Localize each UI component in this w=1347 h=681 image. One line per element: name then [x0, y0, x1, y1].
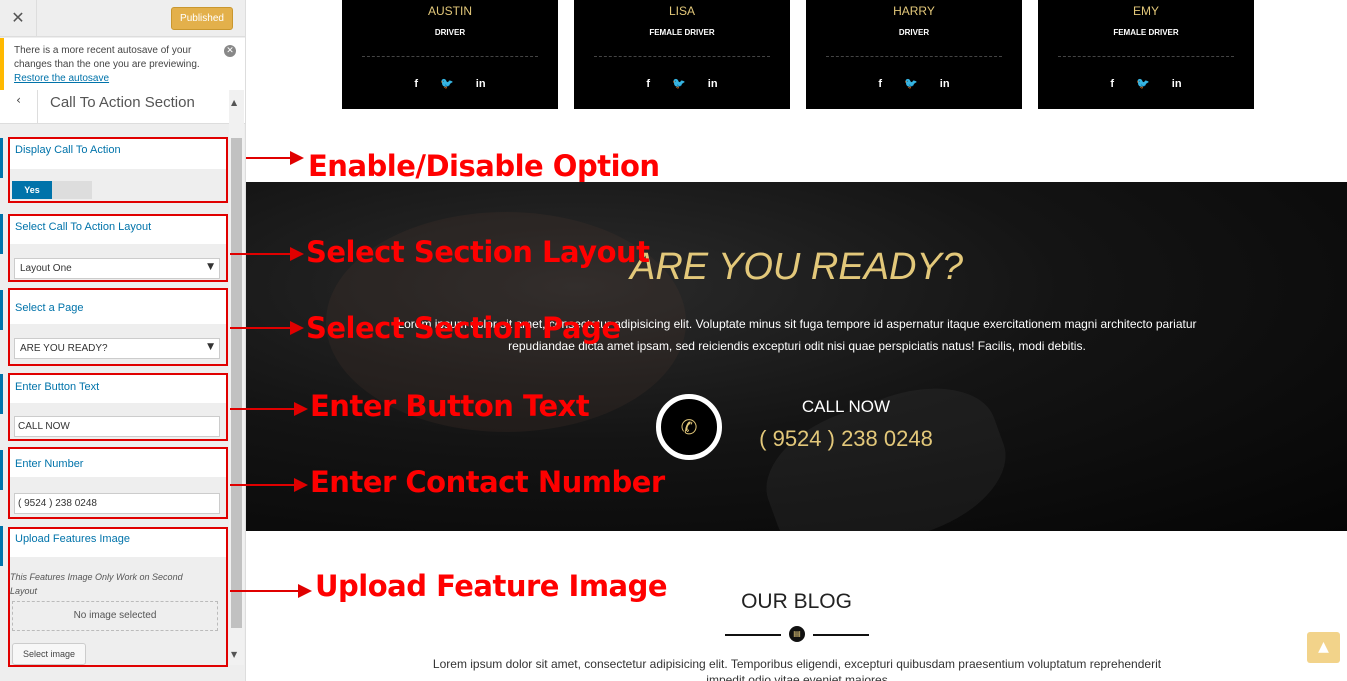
number-input[interactable]: ( 9524 ) 238 0248	[14, 493, 220, 514]
twitter-icon[interactable]: 🐦	[672, 77, 686, 90]
linkedin-icon[interactable]: in	[708, 78, 718, 90]
display-cta-toggle[interactable]: Yes	[12, 181, 92, 199]
customizer-sidebar: ✕ Published There is a more recent autos…	[0, 0, 246, 681]
annotation-enable: Enable/Disable Option	[308, 149, 660, 183]
scrollbar-thumb[interactable]	[231, 138, 242, 628]
facebook-icon[interactable]: f	[1110, 78, 1114, 90]
display-cta-control: Display Call To Action Yes	[8, 137, 228, 203]
button-text-input[interactable]: CALL NOW	[14, 416, 220, 437]
team-card: EMY FEMALE DRIVER f 🐦 in	[1038, 0, 1254, 109]
control-accent	[0, 526, 3, 566]
scroll-to-top-button[interactable]: ▲	[1307, 632, 1340, 663]
linkedin-icon[interactable]: in	[1172, 78, 1182, 90]
social-links: f 🐦 in	[342, 74, 558, 92]
number-control: Enter Number ( 9524 ) 238 0248	[8, 447, 228, 519]
annotation-arrow	[246, 151, 304, 165]
control-accent	[0, 138, 3, 178]
call-now-label: CALL NOW	[801, 397, 891, 416]
blog-intro-text: Lorem ipsum dolor sit amet, consectetur …	[432, 657, 1162, 681]
control-accent	[0, 290, 3, 330]
layout-control: Select Call To Action Layout Layout One …	[8, 214, 228, 282]
annotation-button: Enter Button Text	[310, 389, 590, 423]
button-text-control: Enter Button Text CALL NOW	[8, 373, 228, 441]
scroll-up-icon[interactable]: ▲	[231, 98, 237, 107]
feature-image-control: Upload Features Image This Features Imag…	[8, 527, 228, 667]
published-button[interactable]: Published	[171, 7, 233, 30]
team-role: DRIVER	[898, 28, 930, 37]
twitter-icon[interactable]: 🐦	[440, 77, 454, 90]
toggle-yes: Yes	[12, 181, 52, 199]
customizer-header: ✕ Published	[0, 0, 245, 37]
control-accent	[0, 450, 3, 490]
team-name: LISA	[668, 4, 695, 18]
twitter-icon[interactable]: 🐦	[904, 77, 918, 90]
page-select-value: ARE YOU READY?	[20, 343, 108, 354]
image-dropzone[interactable]: No image selected	[12, 601, 218, 631]
annotation-layout: Select Section Layout	[306, 235, 650, 269]
twitter-icon[interactable]: 🐦	[1136, 77, 1150, 90]
phone-button[interactable]: ✆	[656, 394, 722, 460]
page-control: Select a Page ARE YOU READY? ▼	[8, 288, 228, 366]
control-accent	[0, 374, 3, 414]
divider	[813, 634, 869, 636]
team-role: FEMALE DRIVER	[1113, 28, 1179, 37]
facebook-icon[interactable]: f	[414, 78, 418, 90]
dismiss-icon[interactable]: ✕	[224, 45, 236, 57]
team-role: DRIVER	[434, 28, 466, 37]
restore-autosave-link[interactable]: Restore the autosave	[14, 73, 109, 84]
facebook-icon[interactable]: f	[646, 78, 650, 90]
team-name: HARRY	[893, 4, 935, 18]
blog-icon: ▤	[789, 626, 805, 642]
close-icon[interactable]: ✕	[0, 0, 37, 37]
team-card: LISA FEMALE DRIVER f 🐦 in	[574, 0, 790, 109]
divider	[362, 56, 538, 57]
annotation-arrow	[230, 584, 312, 598]
social-links: f 🐦 in	[574, 74, 790, 92]
control-accent	[0, 214, 3, 254]
button-text-label: Enter Button Text	[15, 381, 100, 393]
divider	[826, 56, 1002, 57]
linkedin-icon[interactable]: in	[940, 78, 950, 90]
divider	[594, 56, 770, 57]
page-select[interactable]: ARE YOU READY? ▼	[14, 338, 220, 359]
chevron-down-icon: ▼	[207, 262, 214, 272]
annotation-image: Upload Feature Image	[315, 569, 668, 603]
call-number[interactable]: ( 9524 ) 238 0248	[736, 426, 956, 452]
annotation-arrow	[230, 321, 304, 335]
select-image-button[interactable]: Select image	[12, 643, 86, 665]
annotation-arrow	[230, 402, 308, 416]
feature-image-label: Upload Features Image	[15, 533, 130, 545]
layout-select-value: Layout One	[20, 263, 72, 274]
layout-label: Select Call To Action Layout	[15, 221, 152, 233]
back-icon[interactable]: ‹	[0, 90, 38, 124]
display-cta-label: Display Call To Action	[15, 144, 121, 156]
feature-image-description: This Features Image Only Work on Second …	[10, 572, 183, 596]
annotation-page: Select Section Page	[306, 311, 621, 345]
social-links: f 🐦 in	[1038, 74, 1254, 92]
facebook-icon[interactable]: f	[878, 78, 882, 90]
number-label: Enter Number	[15, 458, 84, 470]
section-header: ‹ Call To Action Section	[0, 90, 245, 124]
social-links: f 🐦 in	[806, 74, 1022, 92]
annotation-arrow	[230, 478, 308, 492]
layout-select[interactable]: Layout One ▼	[14, 258, 220, 279]
divider	[725, 634, 781, 636]
annotation-arrow	[230, 247, 304, 261]
scroll-down-icon[interactable]: ▼	[231, 650, 237, 659]
team-name: AUSTIN	[427, 4, 472, 18]
autosave-notice: There is a more recent autosave of your …	[0, 38, 245, 90]
divider	[1058, 56, 1234, 57]
chevron-down-icon: ▼	[207, 342, 214, 352]
team-card: AUSTIN DRIVER f 🐦 in	[342, 0, 558, 109]
team-card: HARRY DRIVER f 🐦 in	[806, 0, 1022, 109]
linkedin-icon[interactable]: in	[476, 78, 486, 90]
page-label: Select a Page	[15, 302, 84, 314]
phone-icon: ✆	[680, 415, 698, 439]
team-name: EMY	[1132, 4, 1159, 18]
notice-text: There is a more recent autosave of your …	[14, 45, 200, 70]
section-title: Call To Action Section	[50, 94, 195, 111]
team-role: FEMALE DRIVER	[649, 28, 715, 37]
annotation-number: Enter Contact Number	[310, 465, 665, 499]
